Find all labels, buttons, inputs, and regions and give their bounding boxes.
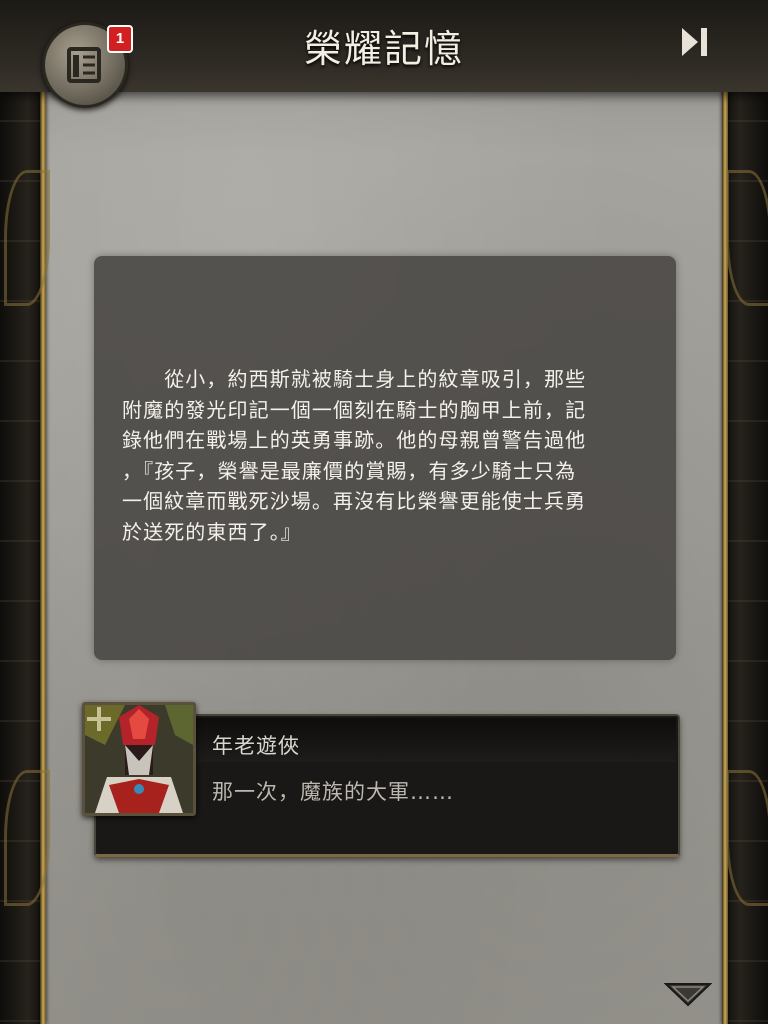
right-ornament-lower: [726, 770, 768, 906]
ranger-portrait-icon: [85, 705, 193, 813]
next-button[interactable]: [663, 982, 713, 1008]
notification-badge: 1: [107, 25, 133, 53]
down-triangle-icon: [663, 983, 713, 1007]
skip-button[interactable]: [676, 24, 712, 60]
right-ornament: [726, 170, 768, 306]
story-text: 從小，約西斯就被騎士身上的紋章吸引，那些 附魔的發光印記一個一個刻在騎士的胸甲上…: [122, 367, 587, 544]
left-ornament: [4, 170, 50, 306]
left-ornament-lower: [4, 770, 50, 906]
right-gold-trim: [722, 0, 728, 1024]
story-box: 從小，約西斯就被騎士身上的紋章吸引，那些 附魔的發光印記一個一個刻在騎士的胸甲上…: [94, 256, 676, 660]
speaker-name: 年老遊俠: [212, 734, 300, 758]
skip-forward-icon: [682, 28, 707, 56]
speaker-portrait: [82, 702, 196, 816]
game-screen: 榮耀記憶 1 從小，約西斯就被騎士身上的紋章吸引，那些 附魔的發光印記一個一個刻…: [0, 0, 768, 1024]
dialog-line: 那一次，魔族的大軍……: [212, 780, 454, 804]
scroll-icon: [67, 47, 101, 83]
